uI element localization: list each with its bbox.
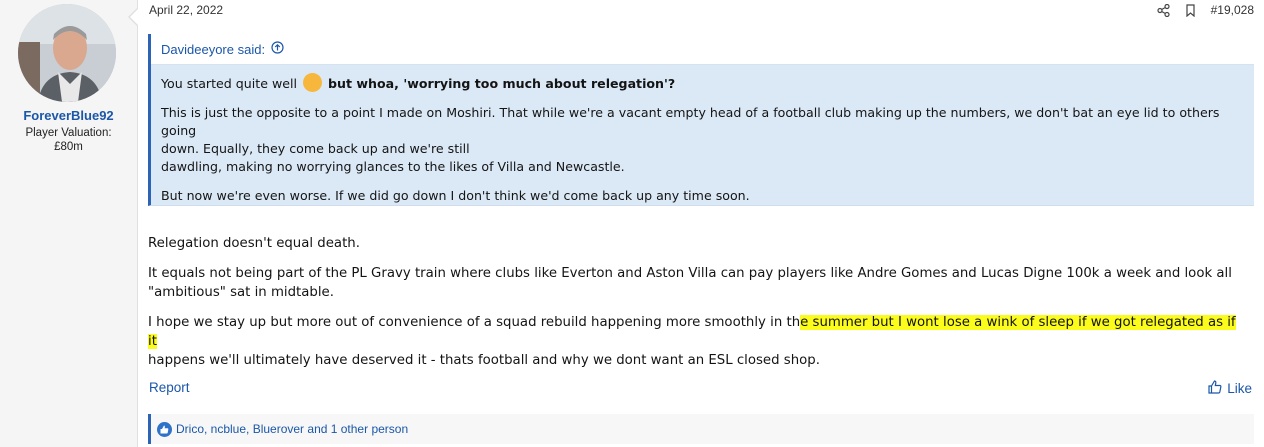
quote-block: Davideeyore said: You started quite well… bbox=[148, 34, 1254, 206]
message-paragraph-2-line1: It equals not being part of the PL Gravy… bbox=[148, 266, 1232, 281]
quote-line1-bold: but whoa, 'worrying too much about releg… bbox=[328, 76, 676, 91]
username[interactable]: ForeverBlue92 bbox=[0, 108, 137, 123]
post-date[interactable]: April 22, 2022 bbox=[149, 3, 223, 17]
valuation-value: £80m bbox=[54, 141, 83, 153]
quote-para3: But now we're even worse. If we did go d… bbox=[161, 188, 750, 203]
like-button[interactable]: Like bbox=[1208, 380, 1252, 397]
post-header-actions: #19,028 bbox=[1157, 3, 1254, 17]
message-paragraph-2-line2: "ambitious" sat in midtable. bbox=[148, 285, 334, 300]
user-column: ForeverBlue92 Player Valuation: £80m bbox=[0, 0, 138, 447]
quote-body: You started quite well but whoa, 'worryi… bbox=[151, 65, 1254, 205]
player-valuation: Player Valuation: £80m bbox=[0, 126, 137, 154]
like-label: Like bbox=[1227, 381, 1252, 396]
like-badge-icon bbox=[157, 421, 172, 437]
quote-header[interactable]: Davideeyore said: bbox=[151, 34, 1254, 65]
post-number[interactable]: #19,028 bbox=[1211, 3, 1254, 17]
quote-line1-plain: You started quite well bbox=[161, 76, 297, 91]
reactions-bar[interactable]: Drico, ncblue, Bluerover and 1 other per… bbox=[148, 414, 1254, 444]
avatar[interactable] bbox=[18, 4, 116, 102]
quote-para2-line3: dawdling, making no worrying glances to … bbox=[161, 159, 625, 174]
reactions-list[interactable]: Drico, ncblue, Bluerover and 1 other per… bbox=[176, 422, 408, 436]
bookmark-icon[interactable] bbox=[1184, 3, 1197, 17]
message-body: Relegation doesn't equal death. It equal… bbox=[148, 234, 1248, 381]
quote-para2-line2: down. Equally, they come back up and we'… bbox=[161, 141, 470, 156]
thumbs-up-icon bbox=[1208, 380, 1222, 397]
clapping-hands-emoji bbox=[303, 73, 323, 92]
valuation-label: Player Valuation: bbox=[25, 127, 112, 139]
message-paragraph-3-plain: I hope we stay up but more out of conven… bbox=[148, 315, 801, 330]
message-paragraph-1: Relegation doesn't equal death. bbox=[148, 236, 360, 251]
quote-para2-line1: This is just the opposite to a point I m… bbox=[161, 105, 1220, 138]
share-icon[interactable] bbox=[1157, 3, 1170, 17]
arrow-up-circle-icon[interactable] bbox=[271, 41, 284, 57]
message-pointer bbox=[128, 8, 138, 26]
report-link[interactable]: Report bbox=[149, 380, 190, 395]
message-paragraph-3-line2: happens we'll ultimately have deserved i… bbox=[148, 353, 820, 368]
quote-author[interactable]: Davideeyore said: bbox=[161, 42, 265, 57]
